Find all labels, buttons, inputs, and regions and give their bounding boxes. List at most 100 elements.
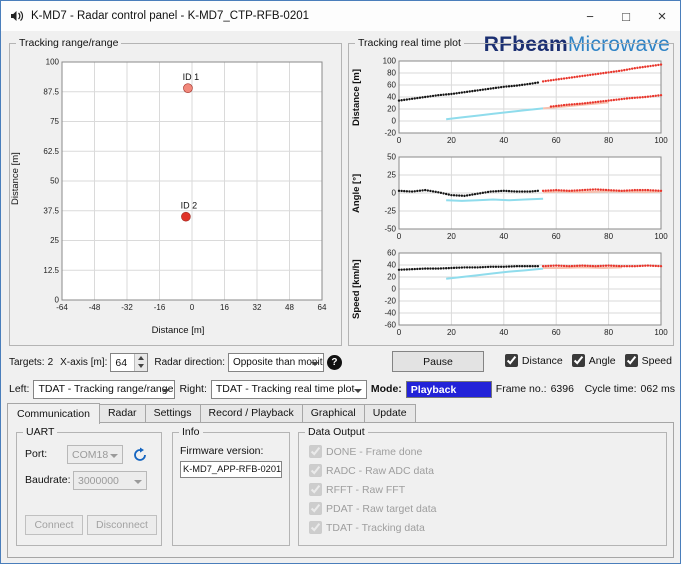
tab-graphical[interactable]: Graphical bbox=[301, 404, 365, 423]
radar-direction-label: Radar direction: bbox=[154, 356, 225, 368]
distance-plot: 0 20 40 60 80 100100806040200-20 bbox=[383, 57, 669, 146]
chevron-down-icon bbox=[162, 388, 171, 393]
svg-text:20: 20 bbox=[387, 105, 396, 114]
spinner-up-button[interactable] bbox=[135, 353, 148, 362]
svg-text:0: 0 bbox=[392, 285, 397, 294]
svg-text:-40: -40 bbox=[384, 309, 396, 318]
svg-text:ID 1: ID 1 bbox=[183, 72, 200, 82]
spinner-down-button[interactable] bbox=[135, 362, 148, 371]
port-combo: COM18 bbox=[67, 445, 123, 464]
group-title: Data Output bbox=[305, 426, 368, 438]
speed-plot: 0 20 40 60 80 100 60 40 20 0 -20 -40 -60 bbox=[384, 249, 668, 338]
speed-toggle: Speed bbox=[624, 354, 672, 367]
chevron-down-icon bbox=[310, 361, 319, 366]
svg-text:-32: -32 bbox=[121, 303, 133, 312]
svg-text:20: 20 bbox=[447, 328, 456, 337]
pause-button[interactable]: Pause bbox=[392, 351, 484, 372]
svg-text:-25: -25 bbox=[384, 207, 396, 216]
tab-communication[interactable]: Communication bbox=[7, 403, 100, 424]
svg-text:80: 80 bbox=[387, 69, 396, 78]
communication-tab-panel: UART Port: COM18 Baudrate: 3000000 Conne… bbox=[7, 422, 674, 558]
svg-text:-20: -20 bbox=[384, 297, 396, 306]
x-axis-spinner-value[interactable]: 64 bbox=[111, 354, 134, 371]
done-checkbox bbox=[309, 445, 322, 458]
svg-text:60: 60 bbox=[387, 81, 396, 90]
tdat-checkbox bbox=[309, 521, 322, 534]
svg-text:37.5: 37.5 bbox=[43, 206, 59, 215]
svg-text:100: 100 bbox=[654, 232, 668, 241]
close-button[interactable]: × bbox=[644, 1, 680, 31]
tdat-label: TDAT - Tracking data bbox=[326, 521, 425, 534]
left-view-label: Left: bbox=[9, 383, 30, 395]
frame-no-value: 6396 bbox=[550, 383, 574, 395]
svg-text:0: 0 bbox=[55, 296, 60, 305]
left-view-value: TDAT - Tracking range/range bbox=[38, 383, 174, 395]
maximize-button[interactable]: □ bbox=[608, 1, 644, 31]
right-view-combo[interactable]: TDAT - Tracking real time plot bbox=[210, 379, 367, 399]
svg-text:ID 2: ID 2 bbox=[181, 201, 198, 211]
svg-text:-50: -50 bbox=[384, 225, 396, 234]
title-bar: K-MD7 - Radar control panel - K-MD7_CTP-… bbox=[1, 1, 680, 31]
tab-bar: Communication Radar Settings Record / Pl… bbox=[7, 403, 416, 424]
svg-text:40: 40 bbox=[499, 232, 508, 241]
targets-value: 2 bbox=[47, 356, 54, 368]
radc-checkbox bbox=[309, 464, 322, 477]
speed-checkbox[interactable] bbox=[624, 354, 638, 367]
refresh-icon bbox=[133, 447, 146, 461]
tracking-range-plot: -64 -48 -32 -16 0 16 32 48 6410087.57562.55037.5… bbox=[43, 58, 327, 313]
pdat-label: PDAT - Raw target data bbox=[326, 502, 437, 515]
svg-text:50: 50 bbox=[387, 153, 396, 162]
svg-text:20: 20 bbox=[447, 136, 456, 145]
minimize-button[interactable]: − bbox=[572, 1, 608, 31]
svg-text:-60: -60 bbox=[384, 321, 396, 330]
firmware-version-label: Firmware version: bbox=[180, 445, 264, 457]
chevron-down-icon bbox=[110, 454, 118, 458]
rfft-checkbox bbox=[309, 483, 322, 496]
angle-checkbox[interactable] bbox=[571, 354, 585, 367]
left-view-combo[interactable]: TDAT - Tracking range/range bbox=[33, 379, 176, 399]
chevron-down-icon bbox=[138, 364, 145, 369]
svg-text:48: 48 bbox=[285, 303, 294, 312]
help-button[interactable]: ? bbox=[326, 354, 342, 370]
refresh-ports-button[interactable] bbox=[129, 444, 150, 465]
firmware-version-field[interactable]: K-MD7_APP-RFB-0201 bbox=[180, 461, 282, 478]
mode-label: Mode: bbox=[370, 383, 402, 395]
svg-text:16: 16 bbox=[220, 303, 229, 312]
svg-text:25: 25 bbox=[387, 171, 396, 180]
chevron-down-icon bbox=[353, 388, 362, 393]
data-output-item: TDAT - Tracking data bbox=[309, 521, 425, 534]
svg-text:100: 100 bbox=[654, 136, 668, 145]
speed-toggle-label: Speed bbox=[641, 354, 672, 367]
svg-text:40: 40 bbox=[387, 93, 396, 102]
group-title: UART bbox=[23, 426, 58, 438]
cycle-time-value: 062 ms bbox=[640, 383, 675, 395]
app-window: K-MD7 - Radar control panel - K-MD7_CTP-… bbox=[0, 0, 681, 564]
svg-text:87.5: 87.5 bbox=[43, 87, 59, 96]
svg-text:60: 60 bbox=[387, 249, 396, 258]
angle-toggle: Angle bbox=[571, 354, 616, 367]
port-label: Port: bbox=[25, 448, 48, 460]
svg-text:80: 80 bbox=[604, 136, 613, 145]
svg-text:0: 0 bbox=[397, 328, 402, 337]
baudrate-combo: 3000000 bbox=[73, 471, 147, 490]
svg-text:0: 0 bbox=[392, 189, 397, 198]
distance-checkbox[interactable] bbox=[504, 354, 518, 367]
tab-record-playback[interactable]: Record / Playback bbox=[199, 404, 303, 423]
angle-axis-label: Angle [°] bbox=[351, 173, 362, 213]
mode-value[interactable]: Playback bbox=[405, 380, 492, 398]
x-axis-spinner[interactable]: 64 bbox=[110, 352, 149, 372]
radc-label: RADC - Raw ADC data bbox=[326, 464, 434, 477]
svg-text:62.5: 62.5 bbox=[43, 147, 59, 156]
svg-text:100: 100 bbox=[383, 57, 397, 66]
x-axis-label: Distance [m] bbox=[151, 325, 205, 336]
tab-settings[interactable]: Settings bbox=[144, 404, 201, 423]
done-label: DONE - Frame done bbox=[326, 445, 423, 458]
svg-text:64: 64 bbox=[318, 303, 327, 312]
view-mode-row: Left: TDAT - Tracking range/range Right:… bbox=[9, 379, 676, 399]
svg-text:40: 40 bbox=[499, 328, 508, 337]
rfft-label: RFFT - Raw FFT bbox=[326, 483, 406, 496]
tab-update[interactable]: Update bbox=[363, 404, 416, 423]
tab-radar[interactable]: Radar bbox=[98, 404, 146, 423]
frame-no-label: Frame no.: bbox=[495, 383, 547, 395]
radar-direction-combo[interactable]: Opposite than monito bbox=[227, 352, 324, 372]
